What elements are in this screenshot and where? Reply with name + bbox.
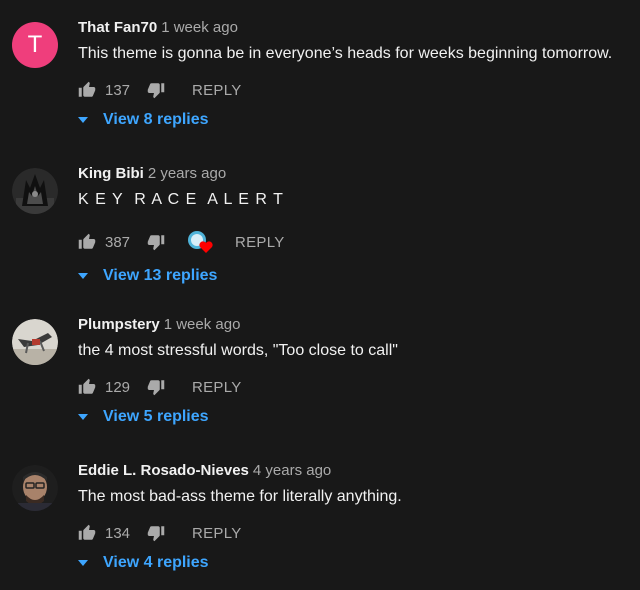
comment-time[interactable]: 4 years ago xyxy=(253,462,331,479)
comment-time[interactable]: 1 week ago xyxy=(164,316,241,333)
avatar-image xyxy=(12,168,58,214)
view-replies-button[interactable]: View 4 replies xyxy=(78,554,209,572)
like-count: 134 xyxy=(105,524,131,542)
avatar[interactable] xyxy=(12,319,58,365)
comment-text: This theme is gonna be in everyone’s hea… xyxy=(78,45,613,62)
author-name[interactable]: King Bibi xyxy=(78,165,144,182)
avatar-image xyxy=(12,319,58,365)
avatar[interactable]: T xyxy=(12,22,58,68)
comment-actions: 387 REPLY xyxy=(78,231,285,253)
comment-header: King Bibi 2 years ago xyxy=(78,165,226,182)
like-count: 137 xyxy=(105,81,131,99)
reply-button[interactable]: REPLY xyxy=(192,82,242,99)
thumbs-down-icon[interactable] xyxy=(147,378,165,396)
creator-heart-icon xyxy=(188,231,213,253)
comment-text: K E Y R A C E A L E R T xyxy=(78,191,284,208)
reply-button[interactable]: REPLY xyxy=(235,234,285,251)
comment-time[interactable]: 1 week ago xyxy=(161,19,238,36)
thumbs-up-icon[interactable] xyxy=(78,524,96,542)
author-name[interactable]: Plumpstery xyxy=(78,316,160,333)
chevron-down-icon xyxy=(78,414,88,420)
view-replies-button[interactable]: View 5 replies xyxy=(78,408,209,426)
avatar-image xyxy=(12,465,58,511)
like-count: 387 xyxy=(105,233,131,251)
comment-actions: 137 REPLY xyxy=(78,79,242,101)
author-name[interactable]: Eddie L. Rosado-Nieves xyxy=(78,462,249,479)
comment-header: That Fan70 1 week ago xyxy=(78,19,238,36)
reply-button[interactable]: REPLY xyxy=(192,525,242,542)
avatar[interactable] xyxy=(12,168,58,214)
comment-time[interactable]: 2 years ago xyxy=(148,165,226,182)
chevron-down-icon xyxy=(78,560,88,566)
comment-text: the 4 most stressful words, "Too close t… xyxy=(78,342,398,359)
thumbs-up-icon[interactable] xyxy=(78,233,96,251)
thumbs-down-icon[interactable] xyxy=(147,81,165,99)
thumbs-down-icon[interactable] xyxy=(147,233,165,251)
comment-text: The most bad-ass theme for literally any… xyxy=(78,488,402,505)
chevron-down-icon xyxy=(78,117,88,123)
view-replies-label: View 4 replies xyxy=(103,554,209,571)
view-replies-label: View 8 replies xyxy=(103,111,209,128)
view-replies-button[interactable]: View 8 replies xyxy=(78,111,209,129)
thumbs-down-icon[interactable] xyxy=(147,524,165,542)
comment-header: Plumpstery 1 week ago xyxy=(78,316,240,333)
author-name[interactable]: That Fan70 xyxy=(78,19,157,36)
thumbs-up-icon[interactable] xyxy=(78,81,96,99)
view-replies-button[interactable]: View 13 replies xyxy=(78,267,217,285)
comment-actions: 134 REPLY xyxy=(78,522,242,544)
thumbs-up-icon[interactable] xyxy=(78,378,96,396)
avatar[interactable] xyxy=(12,465,58,511)
view-replies-label: View 5 replies xyxy=(103,408,209,425)
chevron-down-icon xyxy=(78,273,88,279)
comment-header: Eddie L. Rosado-Nieves 4 years ago xyxy=(78,462,331,479)
view-replies-label: View 13 replies xyxy=(103,267,218,284)
comment-actions: 129 REPLY xyxy=(78,376,242,398)
reply-button[interactable]: REPLY xyxy=(192,379,242,396)
like-count: 129 xyxy=(105,378,131,396)
